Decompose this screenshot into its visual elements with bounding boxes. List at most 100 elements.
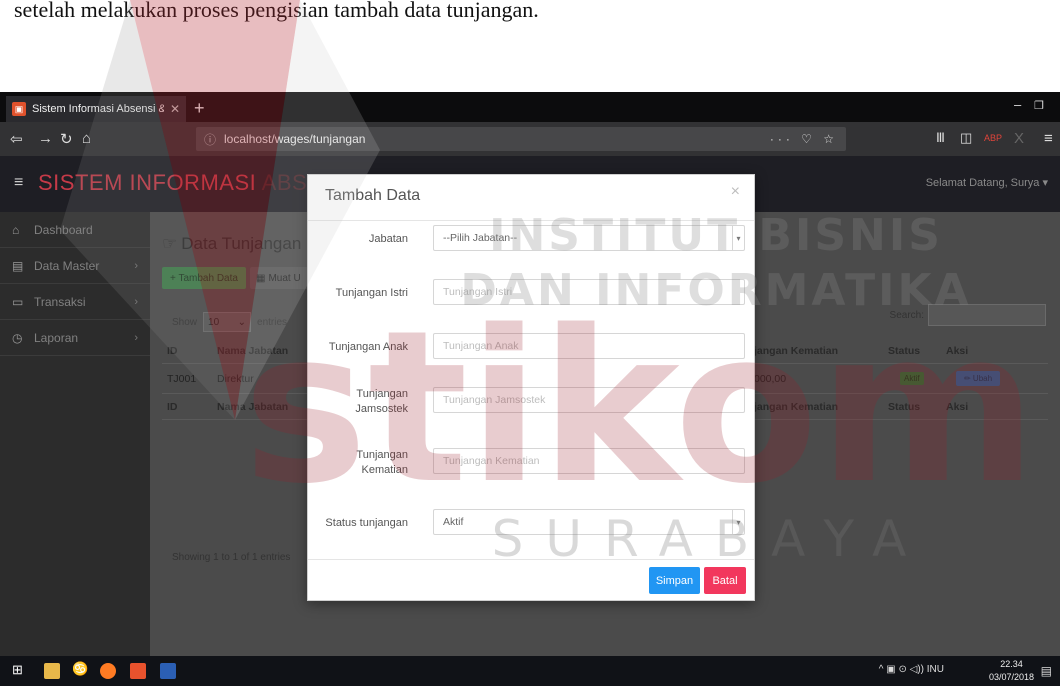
tunjangan-kematian-label: Tunjangan Kematian [356,449,408,476]
browser-tab[interactable]: ▣ Sistem Informasi Absensi & Pe ✕ [6,96,186,122]
sidebar-item-laporan[interactable]: ◷ Laporan › [0,320,150,356]
back-icon[interactable]: ⇦ [10,130,23,148]
close-icon[interactable]: × [731,183,740,201]
chevron-right-icon: › [134,295,138,308]
page-title-text: Data Tunjangan [181,234,302,253]
pointer-icon: ☞ [162,234,178,253]
system-tray[interactable]: ^ ▣ ⊙ ◁)) INU [879,664,944,675]
sidebar-item-dashboard[interactable]: ⌂ Dashboard [0,212,150,248]
sidebar-toggle-icon[interactable]: ◫ [960,130,972,146]
browser-nav-bar: ⇦ → ↻ ⌂ ⓘ localhost/wages/tunjangan ··· … [0,122,1060,156]
column-header[interactable]: jangan Kematian [754,345,838,357]
windows-taskbar: ⊞ ♋ ^ ▣ ⊙ ◁)) INU 22.34 03/07/2018 ▤ [0,656,1060,686]
tunjangan-istri-label: Tunjangan Istri [335,287,408,299]
sidebar: ⌂ Dashboard ▤ Data Master › ▭ Transaksi … [0,212,150,656]
jabatan-select[interactable]: --Pilih Jabatan-- ▾ [433,225,745,251]
tunjangan-anak-input[interactable]: Tunjangan Anak [433,333,745,359]
modal-footer-divider [308,559,754,560]
tab-title: Sistem Informasi Absensi & Pe [32,103,164,115]
sidebar-item-label: Transaksi [34,294,86,309]
minimize-icon[interactable]: – [1014,97,1021,112]
save-button[interactable]: Simpan [649,567,700,594]
cell-kematian: 000,00 [754,372,787,385]
xampp-icon[interactable] [130,663,146,679]
tunjangan-kematian-input[interactable]: Tunjangan Kematian [433,448,745,474]
column-footer: Status [888,400,921,413]
new-tab-icon[interactable]: + [194,98,205,119]
close-tab-icon[interactable]: ✕ [170,102,180,116]
word-icon[interactable] [160,663,176,679]
address-bar[interactable]: ⓘ localhost/wages/tunjangan ··· ♡ ☆ [196,127,846,151]
monitor-icon: ▭ [12,294,24,309]
column-header: Aksi [946,344,969,357]
status-tunjangan-label: Status tunjangan [325,517,408,529]
edit-button[interactable]: ✏ Ubah [956,371,1001,386]
clock-date: 03/07/2018 [988,672,1034,682]
info-icon[interactable]: ⓘ [204,131,216,148]
url-text: localhost/wages/tunjangan [224,132,366,146]
table-search: Search: [890,304,1046,326]
column-header[interactable]: Nama Jabatan [217,345,288,357]
library-icon[interactable]: Ⅲ [936,130,945,146]
chevron-down-icon: ▾ [732,226,744,250]
cell-nama: Direktur [217,372,254,385]
chevron-right-icon: › [134,331,138,344]
site-favicon-icon: ▣ [12,102,26,116]
reload-icon[interactable]: ↻ [60,130,73,148]
search-input[interactable] [928,304,1046,326]
clock-time: 22.34 [1000,659,1023,669]
sidebar-item-label: Dashboard [34,222,93,237]
column-footer: Aksi [946,400,969,413]
restore-icon[interactable]: ❐ [1034,99,1044,112]
import-button-label: Muat U [268,272,301,284]
clock[interactable]: 22.34 03/07/2018 [989,658,1034,684]
entries-select-value: 10 [208,316,220,328]
tunjangan-jamsostek-input[interactable]: Tunjangan Jamsostek [433,387,745,413]
entries-select[interactable]: 10 ⌄ [203,312,252,332]
search-label: Search: [889,309,924,321]
entries-label: entries [257,316,288,328]
cell-id: TJ001 [167,372,197,385]
tunjangan-jamsostek-label: Tunjangan Jamsostek [355,388,408,415]
chevron-down-icon: ⌄ [237,316,247,328]
windows-start-icon[interactable]: ⊞ [12,662,28,678]
jabatan-select-value: --Pilih Jabatan-- [443,232,518,244]
column-header[interactable]: Status [888,345,920,357]
column-footer: ID [167,400,178,413]
page-title: ☞ Data Tunjangan [162,234,301,254]
spreadsheet-icon: ▦ [256,272,266,284]
status-tunjangan-select[interactable]: Aktif ▾ [433,509,745,535]
table-info: Showing 1 to 1 of 1 entries [172,552,291,563]
add-data-button[interactable]: + Tambah Data [162,267,246,289]
browser-tab-bar: ▣ Sistem Informasi Absensi & Pe ✕ + – ❐ [0,92,1060,122]
home-icon[interactable]: ⌂ [82,130,91,147]
clock-icon: ◷ [12,330,23,345]
chevron-down-icon: ▾ [732,510,744,534]
jabatan-label: Jabatan [368,233,408,245]
brand-bright: SISTEM INFORMASI [38,170,257,195]
add-data-modal: Tambah Data × Jabatan --Pilih Jabatan-- … [307,174,755,601]
page-actions-icon[interactable]: ··· ♡ ☆ [770,132,838,146]
sidebar-item-data-master[interactable]: ▤ Data Master › [0,248,150,284]
file-explorer-icon[interactable] [44,663,60,679]
home-icon: ⌂ [12,222,20,237]
tunjangan-anak-label: Tunjangan Anak [328,341,408,353]
show-label: Show [172,316,198,328]
app-icon[interactable]: ♋ [72,661,88,677]
chevron-right-icon: › [134,259,138,272]
column-header[interactable]: ID [167,345,178,357]
document-icon: ▤ [12,258,24,273]
sidebar-item-transaksi[interactable]: ▭ Transaksi › [0,284,150,320]
menu-icon[interactable]: ≡ [1044,130,1053,147]
forward-icon[interactable]: → [38,130,53,147]
firefox-icon[interactable] [100,663,116,679]
user-greeting[interactable]: Selamat Datang, Surya ▾ [926,176,1048,189]
notification-icon[interactable]: ▤ [1041,664,1052,678]
hamburger-icon[interactable]: ≡ [14,174,23,192]
cancel-button[interactable]: Batal [704,567,746,594]
adblock-icon[interactable]: ABP [984,133,1002,143]
status-select-value: Aktif [443,516,464,528]
extension-icon[interactable]: X [1014,130,1024,147]
modal-header: Tambah Data × [308,175,754,221]
tunjangan-istri-input[interactable]: Tunjangan Istri [433,279,745,305]
